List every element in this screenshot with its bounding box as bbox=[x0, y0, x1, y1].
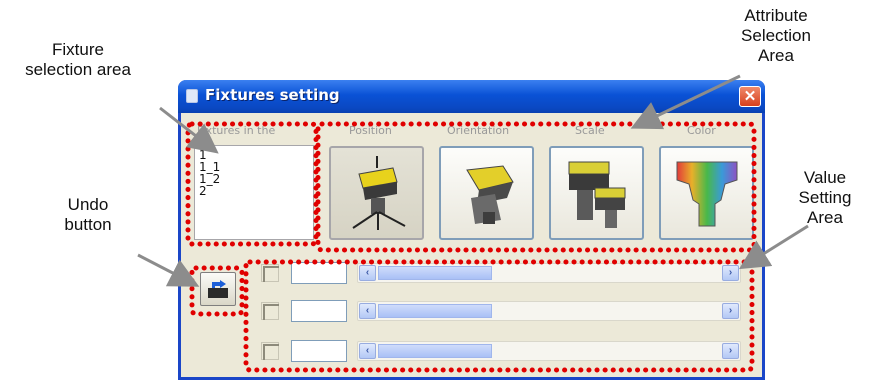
close-button[interactable]: ✕ bbox=[739, 86, 761, 107]
list-item[interactable]: 2 bbox=[199, 185, 309, 197]
fixture-selection-callout: Fixture selection area bbox=[8, 40, 148, 80]
attribute-label-scale: Scale bbox=[575, 124, 605, 137]
window-title: Fixtures setting bbox=[205, 86, 340, 104]
list-item[interactable]: 1_2 bbox=[199, 173, 309, 185]
undo-icon bbox=[208, 280, 228, 298]
value-row: ‹ › bbox=[261, 339, 751, 365]
callout-line: Area bbox=[807, 208, 843, 227]
color-fixture-icon bbox=[676, 161, 738, 227]
slider-right-arrow-icon[interactable]: › bbox=[722, 265, 739, 281]
callout-line: Area bbox=[758, 46, 794, 65]
value-slider[interactable]: ‹ › bbox=[357, 341, 741, 361]
attribute-label-orientation: Orientation bbox=[447, 124, 510, 137]
callout-line: Value bbox=[803, 168, 847, 187]
slider-thumb[interactable] bbox=[378, 344, 492, 358]
position-fixture-icon bbox=[352, 156, 406, 230]
value-row: ‹ › bbox=[261, 261, 751, 287]
fixtures-list-label: Fixtures in the bbox=[197, 124, 276, 137]
value-input[interactable] bbox=[291, 300, 347, 322]
position-button[interactable] bbox=[329, 146, 424, 240]
attribute-selection-callout: Attribute Selection Area bbox=[716, 6, 836, 66]
title-bar[interactable]: Fixtures setting ✕ bbox=[178, 80, 765, 113]
value-input[interactable] bbox=[291, 340, 347, 362]
orientation-button[interactable] bbox=[439, 146, 534, 240]
slider-right-arrow-icon[interactable]: › bbox=[722, 303, 739, 319]
value-checkbox[interactable] bbox=[261, 302, 279, 320]
slider-left-arrow-icon[interactable]: ‹ bbox=[359, 343, 376, 359]
value-row: ‹ › bbox=[261, 299, 751, 325]
value-input[interactable] bbox=[291, 262, 347, 284]
slider-left-arrow-icon[interactable]: ‹ bbox=[359, 303, 376, 319]
value-setting-callout: Value Setting Area bbox=[785, 168, 865, 228]
callout-line: Fixture bbox=[52, 40, 104, 59]
callout-line: button bbox=[64, 215, 112, 234]
fixtures-list[interactable]: 1 1_1 1_2 2 bbox=[194, 145, 314, 240]
callout-line: Selection bbox=[741, 26, 811, 45]
color-button[interactable] bbox=[659, 146, 754, 240]
callout-line: selection area bbox=[25, 60, 131, 79]
value-checkbox[interactable] bbox=[261, 264, 279, 282]
scale-button[interactable] bbox=[549, 146, 644, 240]
undo-button[interactable] bbox=[200, 272, 236, 306]
attribute-label-color: Color bbox=[687, 124, 716, 137]
slider-thumb[interactable] bbox=[378, 266, 492, 280]
slider-thumb[interactable] bbox=[378, 304, 492, 318]
scale-fixture-icon bbox=[568, 161, 626, 228]
fixtures-setting-window: Fixtures setting ✕ Fixtures in the 1 1_1… bbox=[178, 80, 765, 380]
callout-line: Undo bbox=[67, 195, 109, 214]
undo-button-callout: Undo button bbox=[48, 195, 128, 235]
orientation-fixture-icon bbox=[466, 165, 514, 224]
value-slider[interactable]: ‹ › bbox=[357, 301, 741, 321]
value-slider[interactable]: ‹ › bbox=[357, 263, 741, 283]
slider-left-arrow-icon[interactable]: ‹ bbox=[359, 265, 376, 281]
callout-line: Attribute bbox=[744, 6, 808, 25]
value-checkbox[interactable] bbox=[261, 342, 279, 360]
slider-right-arrow-icon[interactable]: › bbox=[722, 343, 739, 359]
attribute-label-position: Position bbox=[349, 124, 392, 137]
callout-line: Setting bbox=[798, 188, 852, 207]
window-icon bbox=[186, 89, 198, 103]
